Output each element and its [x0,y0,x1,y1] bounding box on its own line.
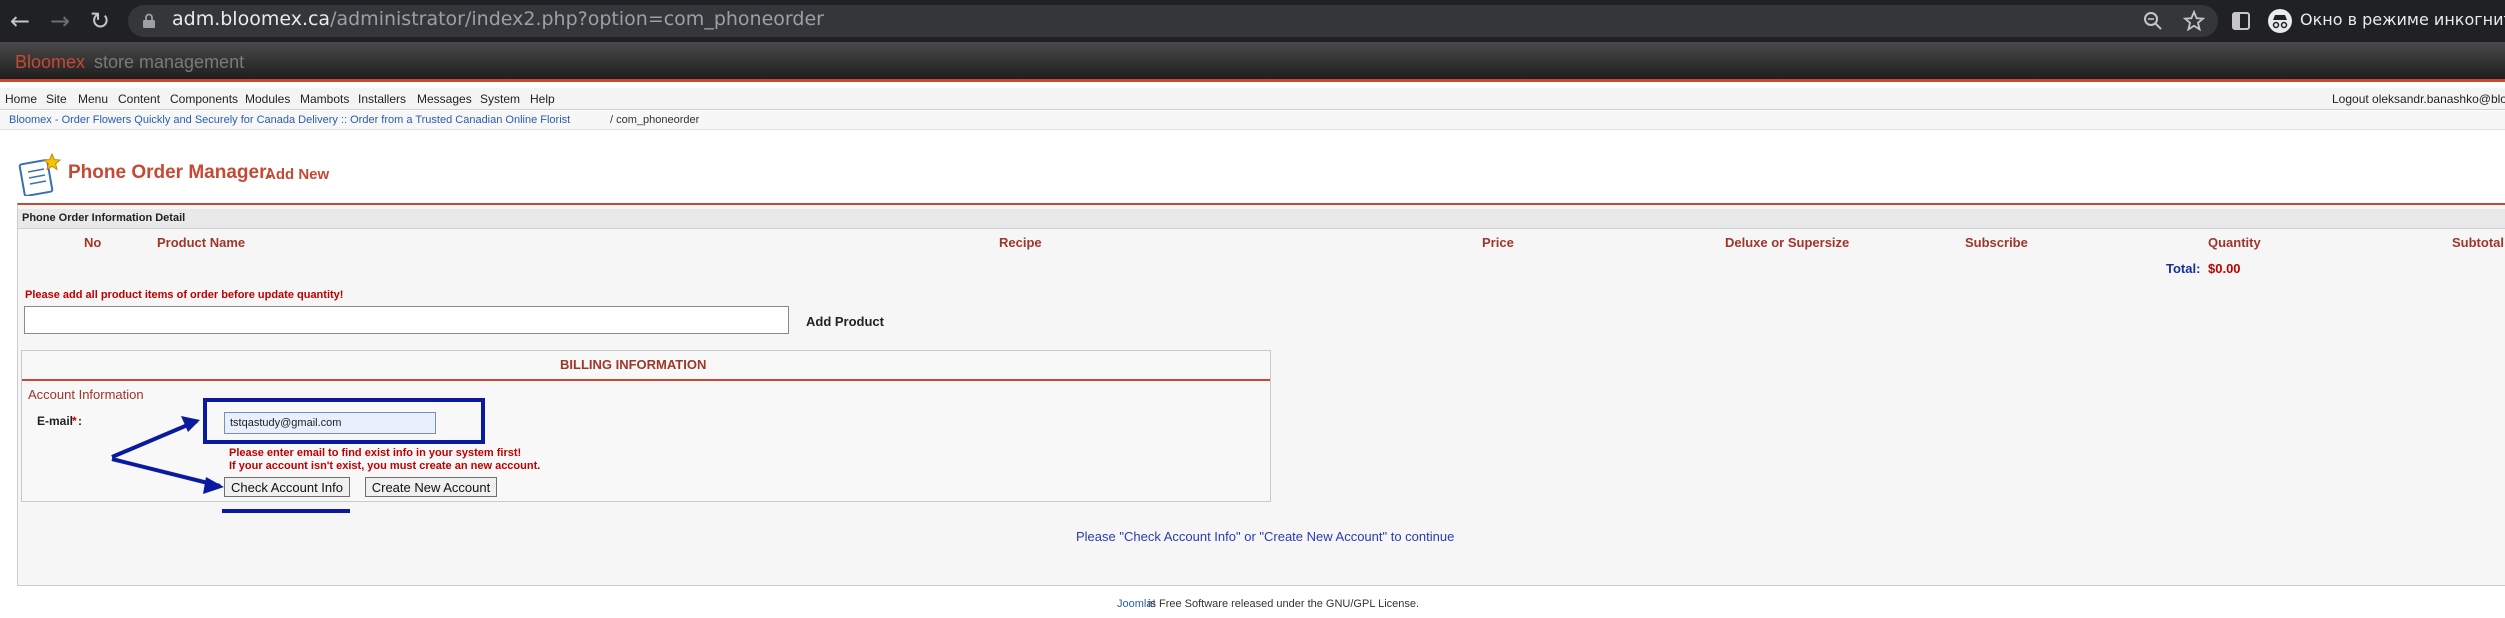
quantity-warning: Please add all product items of order be… [25,289,344,301]
product-search-input[interactable] [24,306,789,334]
lock-icon[interactable] [142,13,156,29]
column-header-deluxe: Deluxe or Supersize [1725,235,1850,250]
create-account-button[interactable]: Create New Account [365,477,497,497]
url-text[interactable]: adm.bloomex.ca/administrator/index2.php?… [172,8,824,30]
continue-instruction: Please "Check Account Info" or "Create N… [1076,529,1455,544]
zoom-icon[interactable] [2143,11,2163,31]
column-header-price: Price [1482,235,1514,250]
logout-link[interactable]: Logout oleksandr.banashko@blo [2332,92,2505,106]
menu-item-modules[interactable]: Modules [245,92,290,106]
footer-text: is Free Software released under the GNU/… [1148,598,1420,610]
billing-title: BILLING INFORMATION [560,357,707,372]
column-header-product-name: Product Name [157,235,246,250]
menu-item-content[interactable]: Content [118,92,160,106]
annotation-underline [222,509,350,513]
menu-item-site[interactable]: Site [46,92,67,106]
email-field[interactable] [224,412,436,434]
menu-item-components[interactable]: Components [170,92,238,106]
admin-header [0,42,2505,82]
check-account-button[interactable]: Check Account Info [224,477,350,497]
required-mark: * [72,414,77,428]
phone-order-icon [18,152,62,196]
menu-item-menu[interactable]: Menu [78,92,108,106]
email-hint-line-2: If your account isn't exist, you must cr… [229,460,541,472]
star-icon[interactable] [2183,10,2205,32]
breadcrumb-current: / com_phoneorder [610,114,700,126]
account-info-label: Account Information [28,387,144,402]
page-subtitle: Add New [265,166,330,183]
page-title: Phone Order Manager: [68,162,273,183]
total-value: $0.00 [2208,261,2241,276]
site-brand-subtitle: store management [94,52,245,72]
column-header-subscribe: Subscribe [1965,235,2028,250]
column-header-no: No [84,235,102,250]
column-header-subtotal: Subtotal [2452,235,2504,250]
site-brand: Bloomex [15,52,86,72]
menu-item-mambots[interactable]: Mambots [300,92,349,106]
column-header-quantity: Quantity [2208,235,2261,250]
breadcrumb-site-link[interactable]: Bloomex - Order Flowers Quickly and Secu… [9,114,570,126]
menu-item-messages[interactable]: Messages [417,92,472,106]
add-product-button[interactable]: Add Product [800,310,890,332]
menu-item-installers[interactable]: Installers [358,92,406,106]
email-label: E-mail [37,414,74,428]
url-path: /administrator/index2.php?option=com_pho… [330,8,824,30]
sidebar-icon[interactable] [2232,12,2250,30]
menu-item-help[interactable]: Help [530,92,555,106]
forward-arrow-icon[interactable]: → [50,0,70,42]
email-hint-line-1: Please enter email to find exist info in… [229,447,522,459]
incognito-icon[interactable] [2267,8,2293,34]
total-label: Total: [2166,261,2201,276]
url-host: adm.bloomex.ca [172,8,331,30]
menu-item-home[interactable]: Home [5,92,37,106]
email-label-colon: : [78,414,82,428]
incognito-label[interactable]: Окно в режиме инкогнито [2300,10,2505,29]
menu-item-system[interactable]: System [480,92,520,106]
back-arrow-icon[interactable]: ← [10,0,30,42]
section-header-title: Phone Order Information Detail [22,212,186,224]
reload-icon[interactable]: ↻ [90,0,110,42]
column-header-recipe: Recipe [999,235,1042,250]
section-header [18,209,2505,229]
